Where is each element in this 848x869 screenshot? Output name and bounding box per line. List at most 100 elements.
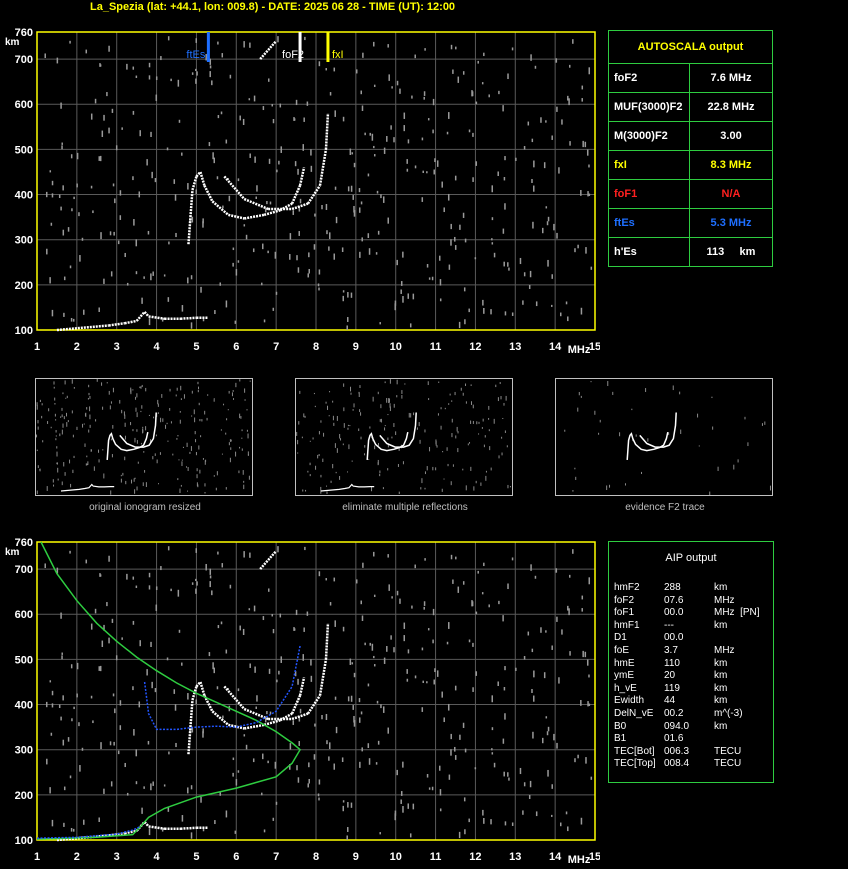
noise-speck — [342, 116, 345, 122]
autoscala-row: foF1 N/A — [608, 179, 773, 209]
noise-speck — [462, 212, 465, 218]
thumb-noise — [159, 452, 161, 455]
thumb-noise — [360, 412, 362, 416]
aip-cell: 008.4 — [664, 758, 690, 770]
noise-speck — [355, 69, 358, 74]
noise-speck — [181, 152, 183, 156]
noise-speck — [132, 176, 134, 181]
thumb-noise — [61, 407, 63, 411]
noise-speck — [220, 111, 223, 115]
thumb-noise — [397, 463, 399, 467]
thumb-noise — [243, 484, 245, 490]
thumb-noise — [574, 467, 576, 470]
noise-speck — [329, 602, 332, 606]
noise-speck — [289, 743, 292, 750]
noise-speck — [556, 106, 558, 112]
noise-speck — [545, 630, 547, 633]
noise-speck — [482, 299, 484, 306]
aip-cell: 3.7 — [664, 644, 678, 656]
noise-speck — [441, 181, 443, 188]
noise-speck — [58, 194, 61, 199]
thumb-noise — [322, 458, 324, 463]
noise-speck — [99, 63, 101, 67]
noise-speck — [177, 79, 180, 87]
thumb-noise — [103, 473, 105, 479]
noise-speck — [119, 725, 122, 730]
noise-speck — [455, 46, 457, 50]
thumb-noise — [351, 460, 353, 462]
thumb-noise — [333, 422, 335, 426]
noise-speck — [527, 631, 530, 636]
thumb-noise — [401, 395, 403, 399]
thumb-noise — [67, 420, 69, 423]
noise-speck — [108, 45, 110, 52]
noise-speck — [533, 695, 535, 702]
noise-speck — [150, 783, 152, 791]
noise-speck — [232, 262, 234, 267]
autoscala-table: AUTOSCALA output foF2 7.6 MHz MUF(3000)F2 2… — [608, 30, 773, 267]
trace-segment — [223, 175, 246, 200]
noise-speck — [530, 54, 532, 61]
noise-speck — [403, 622, 406, 629]
thumb-noise — [136, 429, 138, 432]
noise-speck — [299, 708, 302, 714]
noise-speck — [110, 781, 113, 787]
trace-segment — [211, 200, 230, 216]
thumb-noise — [505, 395, 507, 401]
thumb-noise — [183, 394, 185, 399]
thumb-noise — [318, 431, 320, 435]
noise-speck — [341, 247, 344, 253]
noise-speck — [585, 757, 587, 764]
noise-speck — [235, 269, 238, 276]
thumb-noise — [157, 399, 159, 405]
noise-speck — [272, 629, 275, 634]
noise-speck — [450, 44, 453, 50]
noise-speck — [46, 758, 48, 765]
thumb-noise — [421, 478, 423, 484]
noise-speck — [101, 130, 104, 137]
y-tick-label: 200 — [15, 280, 33, 292]
noise-speck — [329, 232, 331, 239]
thumb-noise — [317, 454, 319, 459]
thumb-noise — [62, 392, 64, 395]
noise-speck — [515, 157, 517, 162]
noise-speck — [56, 57, 59, 64]
thumb-noise — [135, 396, 137, 400]
aip-rows: hmF2 288 km foF2 07.6 MHz foF1 00.0 MHz [PN] hmF1… — [614, 582, 760, 771]
noise-speck — [373, 664, 376, 667]
noise-speck — [533, 160, 535, 168]
noise-speck — [90, 623, 93, 630]
thumb-noise — [393, 403, 395, 408]
thumb-noise — [139, 386, 141, 389]
noise-speck — [371, 643, 374, 651]
noise-speck — [367, 173, 370, 177]
noise-speck — [361, 747, 363, 752]
noise-speck — [114, 708, 116, 714]
noise-speck — [400, 281, 403, 286]
thumb-noise — [102, 449, 104, 451]
noise-speck — [511, 557, 514, 561]
noise-speck — [262, 106, 265, 111]
noise-speck — [434, 668, 436, 673]
noise-speck — [196, 71, 198, 76]
noise-speck — [497, 171, 499, 176]
noise-speck — [547, 769, 549, 777]
y-tick-label: 700 — [15, 54, 33, 66]
noise-speck — [98, 666, 100, 671]
noise-speck — [580, 817, 583, 825]
autoscala-param: M(3000)F2 — [608, 121, 690, 151]
noise-speck — [78, 722, 80, 727]
thumb-noise — [177, 435, 179, 437]
noise-speck — [232, 772, 234, 777]
thumb-noise — [231, 392, 233, 397]
thumb-noise — [424, 487, 426, 490]
noise-speck — [347, 802, 349, 808]
aip-cell: hmE — [614, 657, 635, 669]
noise-speck — [143, 276, 145, 279]
noise-speck — [388, 74, 390, 81]
autoscala-value: 5.3 MHz — [689, 208, 773, 238]
noise-speck — [396, 590, 399, 596]
aip-cell: 00.2 — [664, 707, 684, 719]
noise-speck — [168, 241, 170, 245]
noise-speck — [383, 147, 386, 154]
